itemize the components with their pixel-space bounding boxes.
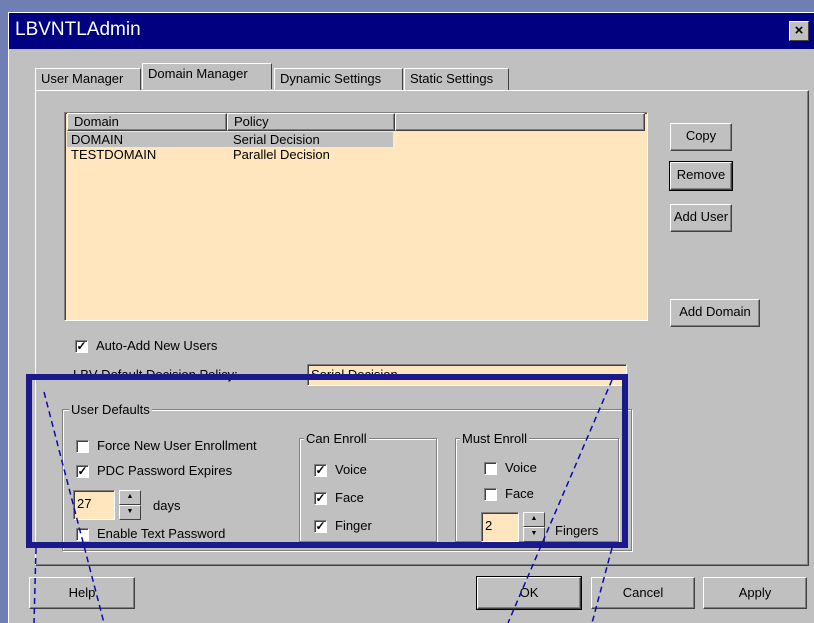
guide-lines bbox=[33, 379, 613, 623]
guide-line bbox=[507, 379, 613, 623]
tab-domain-manager[interactable]: Domain Manager bbox=[142, 63, 272, 89]
guide-line bbox=[591, 547, 613, 623]
guide-line bbox=[43, 391, 105, 623]
guide-line bbox=[33, 547, 37, 623]
